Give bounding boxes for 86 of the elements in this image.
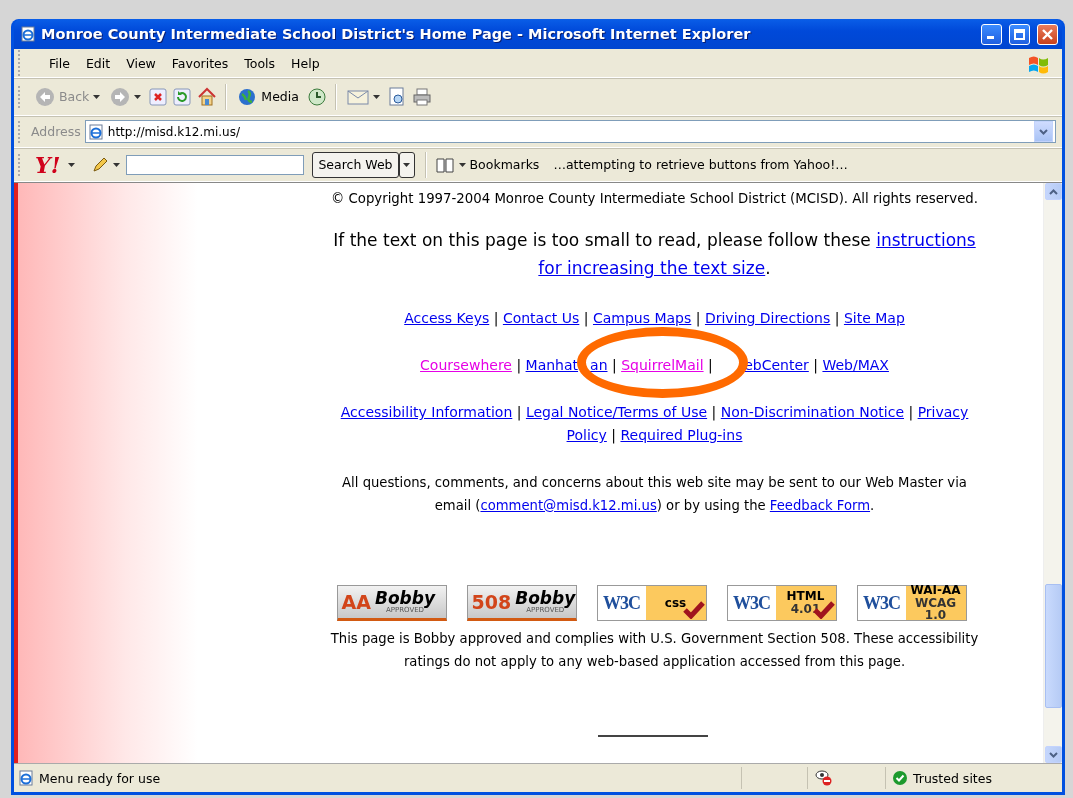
page-link[interactable]: Required Plug-ins — [620, 427, 743, 443]
page-link[interactable]: Non-Discrimination Notice — [720, 404, 904, 420]
page-link[interactable]: Coursewhere — [420, 357, 512, 373]
text-size-note: If the text on this page is too small to read, please follow these instructions for increasing the text size. — [332, 229, 977, 280]
page-link[interactable]: Policy — [566, 427, 607, 443]
contact-note: All questions, comments, and concerns about this web site may be sent to our Web Master via email (comment@misd.k12.mi.us) or by using the Feedback Form. — [341, 474, 968, 515]
minimize-button[interactable] — [981, 23, 1002, 45]
search-field[interactable] — [126, 154, 305, 175]
page-icon — [18, 770, 34, 786]
caret-icon — [372, 94, 380, 99]
stop-icon[interactable] — [149, 87, 168, 106]
link-separator: | — [813, 357, 818, 373]
envelope-icon — [346, 88, 369, 105]
page-link[interactable]: Driving Directions — [704, 310, 831, 326]
media-button[interactable]: Media — [235, 84, 301, 109]
window-title: Monroe County Intermediate School District's Home Page - Microsoft Internet Explorer — [41, 26, 752, 42]
scrollbar-thumb[interactable] — [1044, 584, 1062, 708]
caret-icon — [403, 162, 411, 167]
page-link[interactable]: SquirrelMail — [621, 357, 704, 373]
page-link[interactable]: Manhat — [525, 357, 579, 373]
link-separator: | — [611, 357, 617, 373]
link-separator: | — [516, 404, 522, 420]
link-separator: | — [908, 404, 914, 420]
page-link[interactable]: Campus Maps — [592, 310, 692, 326]
page-link[interactable]: Site Map — [843, 310, 905, 326]
close-icon — [1042, 28, 1053, 40]
search-web-button[interactable]: Search Web — [312, 151, 399, 178]
scroll-down-button[interactable] — [1044, 746, 1062, 763]
menu-item[interactable]: Tools — [238, 53, 282, 73]
link-separator: | — [708, 357, 713, 373]
minimize-icon — [987, 35, 994, 39]
page-link[interactable]: Web/MAX — [822, 357, 889, 373]
feedback-form-link[interactable]: Feedback Form — [769, 498, 871, 513]
caret-icon — [68, 162, 76, 167]
caret-icon — [113, 162, 121, 167]
pencil-icon[interactable] — [91, 155, 110, 174]
page-icon[interactable] — [387, 86, 406, 107]
caret-icon — [458, 162, 466, 167]
page-link[interactable]: Accessibility Information — [340, 404, 513, 420]
privacy-eye-icon[interactable] — [814, 769, 834, 787]
page-link[interactable]: an — [590, 357, 608, 373]
browser-icon — [20, 26, 36, 42]
printer-icon[interactable] — [411, 86, 432, 107]
menu-item[interactable]: File — [43, 53, 76, 73]
link-separator: | — [493, 310, 499, 326]
copyright-text: © Copyright 1997-2004 Monroe County Intermediate School District (MCISD). All rights reserved. — [329, 191, 980, 206]
check-circle-icon — [892, 770, 908, 786]
bookmarks-button[interactable]: Bookmarks — [432, 153, 542, 176]
home-icon[interactable] — [197, 86, 218, 107]
page-icon — [87, 123, 104, 140]
scroll-up-button[interactable] — [1044, 183, 1062, 200]
maximize-icon — [1014, 28, 1025, 40]
caret-icon — [93, 94, 101, 99]
menu-item[interactable]: Favorites — [165, 53, 235, 73]
w3c-badge[interactable]: W3C css — [596, 585, 707, 621]
security-zone-text: Trusted sites — [913, 770, 992, 786]
text-size-link[interactable]: instructions — [876, 230, 976, 250]
history-icon[interactable] — [306, 86, 327, 107]
page-link[interactable]: Legal Notice/Terms of Use — [525, 404, 708, 420]
caret-icon — [134, 94, 142, 99]
link-separator: | — [583, 310, 589, 326]
yahoo-logo[interactable]: Y! — [31, 151, 65, 178]
page-link[interactable]: Privacy — [917, 404, 969, 420]
page-link[interactable]: Contact Us — [502, 310, 580, 326]
status-text: Menu ready for use — [39, 770, 162, 786]
address-field[interactable]: http://misd.k12.mi.us/ — [84, 120, 1056, 143]
globe-icon — [237, 86, 258, 107]
link-separator: | — [611, 427, 616, 443]
link-separator: | — [516, 357, 522, 373]
maximize-button[interactable] — [1009, 23, 1030, 45]
link-separator: | — [834, 310, 840, 326]
book-icon — [434, 155, 455, 174]
menu-item[interactable]: Edit — [79, 53, 117, 73]
yahoo-status-text: …attempting to retrieve buttons from Yahoo!… — [553, 157, 848, 172]
link-separator: | — [711, 404, 717, 420]
menu-item[interactable]: View — [120, 53, 162, 73]
page-link[interactable]: Access Keys — [404, 310, 490, 326]
address-label: Address — [31, 124, 81, 139]
link-separator: | — [695, 310, 701, 326]
text-size-link[interactable]: for increasing the text size — [538, 258, 766, 278]
refresh-icon[interactable] — [173, 87, 192, 106]
menu-item[interactable]: Help — [285, 53, 326, 73]
email-link[interactable]: comment@misd.k12.mi.us — [480, 498, 657, 513]
compliance-note: This page is Bobby approved and complies with U.S. Government Section 508. These accessibility ratings do not apply to any web-based application accessed from this page. — [329, 630, 980, 671]
close-button[interactable] — [1037, 23, 1058, 45]
search-options-button[interactable] — [398, 151, 415, 178]
